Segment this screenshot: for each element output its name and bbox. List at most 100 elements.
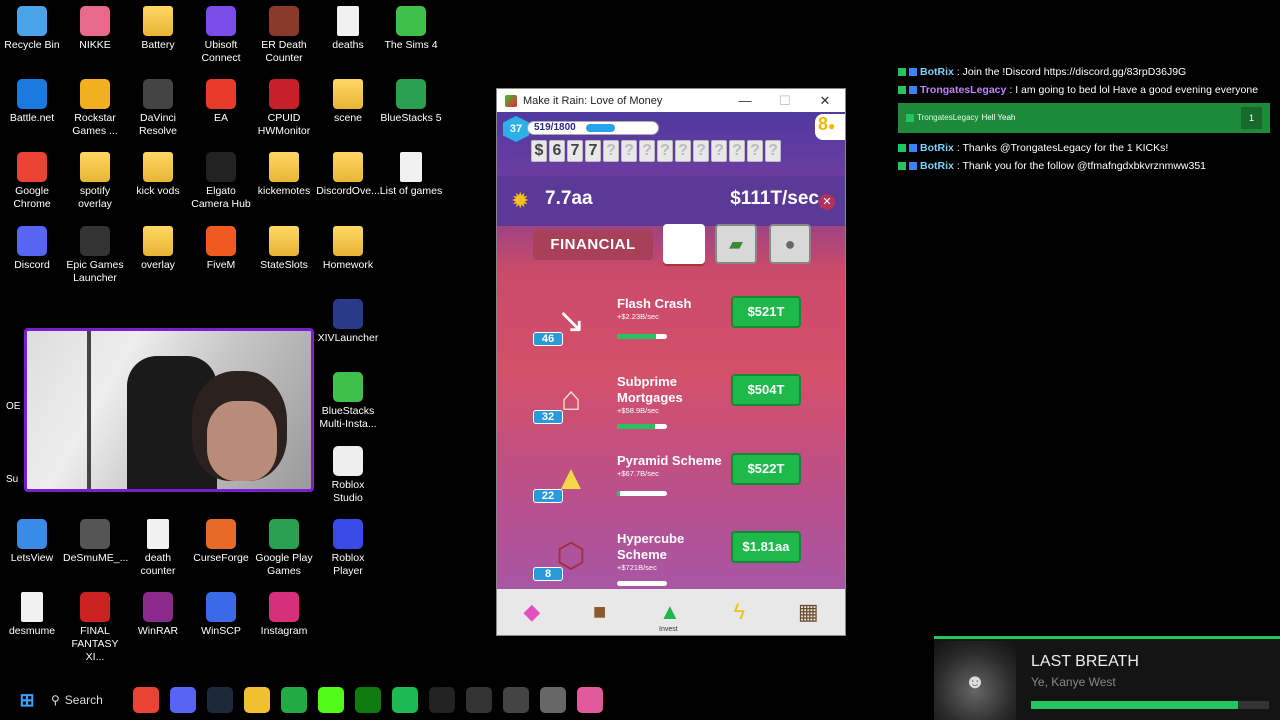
steam-icon[interactable] xyxy=(207,687,233,713)
app-kick-icon[interactable] xyxy=(318,687,344,713)
discord-icon[interactable] xyxy=(170,687,196,713)
desktop-icon[interactable]: FiveM xyxy=(189,226,253,272)
desktop-icon[interactable]: NIKKE xyxy=(63,6,127,52)
spotify-icon[interactable] xyxy=(392,687,418,713)
desktop-icon[interactable]: Roblox Studio xyxy=(316,446,380,505)
desktop-icon[interactable]: LetsView xyxy=(0,519,64,565)
desktop-icon[interactable]: BlueStacks 5 xyxy=(379,79,443,125)
app-dots-icon[interactable] xyxy=(466,687,492,713)
desktop-icon[interactable]: desmume xyxy=(0,592,64,638)
close-button[interactable]: ✕ xyxy=(805,93,845,109)
app-green-icon[interactable] xyxy=(281,687,307,713)
desktop-icon[interactable]: Recycle Bin xyxy=(0,6,64,52)
desktop-icon[interactable]: Battle.net xyxy=(0,79,64,125)
invest-bank-icon[interactable]: ▲ xyxy=(659,599,681,625)
business-row[interactable]: ⌂ 32 Subprime Mortgages +$58.9B/sec $504T xyxy=(533,374,833,446)
windows-start-icon[interactable]: ⊞ xyxy=(14,687,40,713)
gem-icon[interactable]: ◆ xyxy=(523,599,540,625)
desktop-icon-label: List of games xyxy=(379,185,443,197)
odometer-digit: 7 xyxy=(585,140,601,162)
chest-icon[interactable]: ▦ xyxy=(798,599,819,625)
desktop-icon[interactable]: DaVinci Resolve xyxy=(126,79,190,138)
winscp-icon xyxy=(206,592,236,622)
desktop-icon[interactable]: The Sims 4 xyxy=(379,6,443,52)
tab-cash[interactable]: ▰ xyxy=(715,224,757,264)
desktop-icon[interactable]: Roblox Player xyxy=(316,519,380,578)
folder-icon xyxy=(333,226,363,256)
chat-username: BotRix xyxy=(920,66,954,78)
desktop-icon[interactable]: scene xyxy=(316,79,380,125)
xbox-icon[interactable] xyxy=(355,687,381,713)
partial-desktop-label: Su xyxy=(6,474,19,485)
desktop-icon-label: Ubisoft Connect xyxy=(201,39,241,64)
minimize-button[interactable]: — xyxy=(725,93,765,109)
desktop-icon[interactable]: WinRAR xyxy=(126,592,190,638)
desktop-icon[interactable]: Ubisoft Connect xyxy=(189,6,253,65)
desktop-icon[interactable]: Rockstar Games ... xyxy=(63,79,127,138)
buy-button[interactable]: $521T xyxy=(731,296,801,328)
maximize-button[interactable]: ☐ xyxy=(765,93,805,109)
desktop-icon[interactable]: BlueStacks Multi-Insta... xyxy=(316,372,380,431)
track-progress xyxy=(1031,701,1269,709)
business-row[interactable]: ↘ 46 Flash Crash +$2.23B/sec $521T xyxy=(533,296,833,368)
desktop-icon[interactable]: Homework xyxy=(316,226,380,272)
desktop-icon[interactable]: ER Death Counter xyxy=(252,6,316,65)
business-name: Pyramid Scheme xyxy=(617,453,722,468)
file-explorer-icon[interactable] xyxy=(244,687,270,713)
tab-wallet[interactable]: ▬ xyxy=(663,224,705,264)
desktop-icon[interactable]: CurseForge xyxy=(189,519,253,565)
business-count: 8 xyxy=(533,567,563,581)
tab-manager[interactable]: ● xyxy=(769,224,811,264)
desktop-icon[interactable]: Google Chrome xyxy=(0,152,64,211)
desktop-icon[interactable]: deaths xyxy=(316,6,380,52)
desktop-icon-label: deaths xyxy=(332,39,364,51)
buy-button[interactable]: $1.81aa xyxy=(731,531,801,563)
desktop-icon[interactable]: Elgato Camera Hub xyxy=(189,152,253,211)
desktop-icon[interactable]: XIVLauncher xyxy=(316,299,380,345)
desktop-icon[interactable]: death counter xyxy=(126,519,190,578)
desktop-icon[interactable]: DeSmuME_... xyxy=(63,519,128,565)
desktop-icon[interactable]: Battery xyxy=(126,6,190,52)
desktop-icon[interactable]: Discord xyxy=(0,226,64,272)
desktop-icon[interactable]: CPUID HWMonitor xyxy=(252,79,316,138)
close-panel-icon[interactable]: ✕ xyxy=(819,194,835,210)
window-titlebar[interactable]: Make it Rain: Love of Money — ☐ ✕ xyxy=(497,89,845,112)
desktop-icon[interactable]: EA xyxy=(189,79,253,125)
game-canvas[interactable]: 37 519/1800 8● $6 7 7?????????? ✹ 7.7aa $1… xyxy=(497,112,845,635)
desktop-icon[interactable]: overlay xyxy=(126,226,190,272)
desktop-icon[interactable]: kick vods xyxy=(126,152,190,198)
elgato-icon[interactable] xyxy=(429,687,455,713)
desktop-icon[interactable]: WinSCP xyxy=(189,592,253,638)
business-income: +$67.7B/sec xyxy=(617,469,659,478)
buy-button[interactable]: $522T xyxy=(731,453,801,485)
bluestacks-multi-icon xyxy=(333,372,363,402)
business-row[interactable]: ▲ 22 Pyramid Scheme +$67.7B/sec $522T xyxy=(533,453,833,525)
chat-highlight-message: TrongatesLegacy Hell Yeah 1 xyxy=(898,103,1270,133)
app-obs-icon[interactable] xyxy=(503,687,529,713)
taskbar-search[interactable]: ⚲ Search xyxy=(51,687,121,713)
desktop-icon-label: Roblox Player xyxy=(331,552,365,577)
desktop-icon-label: Recycle Bin xyxy=(4,39,60,51)
desktop-icon-label: BlueStacks 5 xyxy=(380,112,442,124)
discord-icon xyxy=(17,226,47,256)
gold-counter[interactable]: 8● xyxy=(815,114,845,140)
desktop-icon[interactable]: Epic Games Launcher xyxy=(63,226,127,285)
desktop-icon[interactable]: DiscordOve... xyxy=(316,152,380,198)
buy-button[interactable]: $504T xyxy=(731,374,801,406)
xp-text: 519/1800 xyxy=(534,122,576,133)
briefcase-icon[interactable]: ■ xyxy=(593,599,606,625)
desktop-icon[interactable]: Instagram xyxy=(252,592,316,638)
desktop-icon[interactable]: StateSlots xyxy=(252,226,316,272)
settings-gear-icon[interactable]: ✹ xyxy=(511,188,529,214)
desktop-icon[interactable]: List of games xyxy=(379,152,443,198)
chrome-icon[interactable] xyxy=(133,687,159,713)
desktop-icon[interactable]: FINAL FANTASY XI... xyxy=(63,592,127,664)
kick-badge-icon xyxy=(898,162,906,170)
desktop-icon[interactable]: spotify overlay xyxy=(63,152,127,211)
desktop-icon[interactable]: kickemotes xyxy=(252,152,316,198)
gold-value: 8 xyxy=(818,114,829,134)
make-it-rain-icon[interactable] xyxy=(577,687,603,713)
lightning-icon[interactable]: ϟ xyxy=(733,599,745,625)
settings-icon[interactable] xyxy=(540,687,566,713)
desktop-icon[interactable]: Google Play Games xyxy=(252,519,316,578)
